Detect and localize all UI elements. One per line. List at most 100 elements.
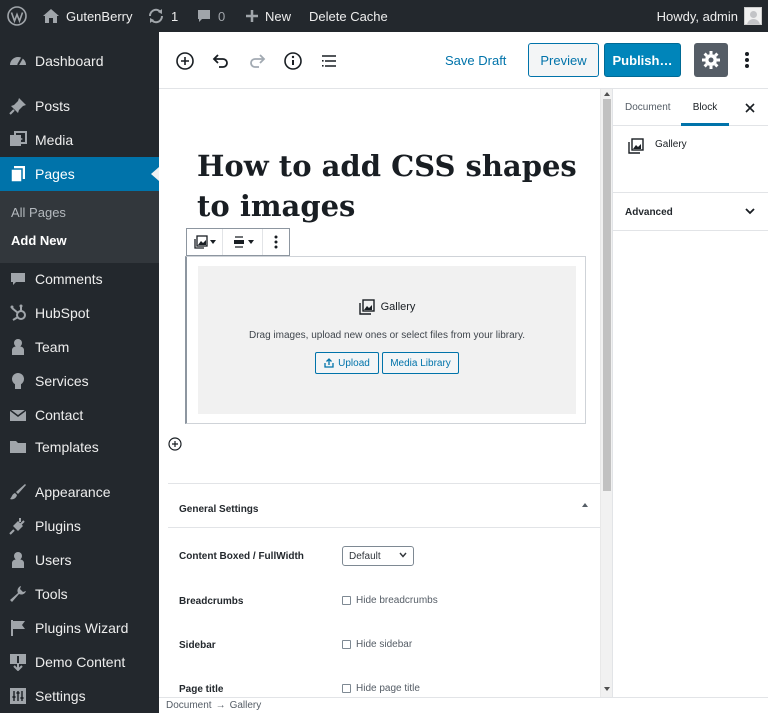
comments-link[interactable]: 0 — [196, 0, 225, 32]
advanced-label: Advanced — [625, 207, 673, 218]
breadcrumbs-label: Breadcrumbs — [179, 596, 244, 607]
sidebar-item-tools[interactable]: Tools — [0, 577, 159, 611]
add-block-icon[interactable] — [174, 50, 196, 72]
tab-document[interactable]: Document — [625, 102, 671, 113]
info-icon[interactable] — [282, 50, 304, 72]
scroll-down-arrow-icon[interactable] — [604, 687, 610, 691]
sidebar-item-plugins[interactable]: Plugins — [0, 509, 159, 543]
block-type-switcher[interactable] — [187, 229, 223, 255]
sidebar-item-posts[interactable]: Posts — [0, 89, 159, 123]
submenu-add-new[interactable]: Add New — [11, 233, 67, 248]
preview-button[interactable]: Preview — [528, 43, 599, 77]
delete-cache-link[interactable]: Delete Cache — [309, 0, 388, 32]
site-name-link[interactable]: GutenBerry — [42, 0, 132, 32]
advanced-panel-toggle[interactable]: Advanced — [613, 193, 768, 231]
sidebar-item-label: Plugins — [35, 518, 81, 534]
redo-icon[interactable] — [246, 50, 268, 72]
sidebar-item-hubspot[interactable]: HubSpot — [0, 296, 159, 330]
hide-breadcrumbs-text: Hide breadcrumbs — [356, 595, 438, 606]
publish-button[interactable]: Publish… — [604, 43, 681, 77]
scroll-up-arrow-icon[interactable] — [604, 92, 610, 96]
gallery-icon — [193, 235, 208, 249]
gear-icon — [702, 51, 720, 69]
sidebar-item-label: Comments — [35, 271, 103, 287]
block-card-title: Gallery — [655, 139, 687, 150]
breadcrumb-document[interactable]: Document — [166, 700, 212, 711]
sidebar-item-plugins-wizard[interactable]: Plugins Wizard — [0, 611, 159, 645]
collapse-arrow-icon[interactable] — [582, 503, 588, 507]
delete-cache-label: Delete Cache — [309, 8, 388, 24]
sidebar-item-label: Media — [35, 132, 74, 148]
site-name: GutenBerry — [66, 8, 133, 24]
sidebar-item-label: Demo Content — [35, 654, 126, 670]
alignment-button[interactable] — [223, 229, 263, 255]
dashboard-icon — [0, 52, 35, 70]
person-icon — [0, 338, 35, 356]
sidebar-item-users[interactable]: Users — [0, 543, 159, 577]
sidebar-item-label: Settings — [35, 688, 86, 704]
settings-icon — [0, 687, 35, 705]
checkbox[interactable] — [342, 640, 351, 649]
gallery-placeholder-title: Gallery — [198, 299, 576, 315]
general-settings-metabox: General Settings Content Boxed / FullWid… — [168, 483, 600, 697]
sidebar-item-label: Team — [35, 339, 70, 355]
settings-toggle-button[interactable] — [694, 43, 728, 77]
sidebar-item-services[interactable]: Services — [0, 364, 159, 398]
chevron-down-icon — [745, 208, 755, 215]
breadcrumb-gallery[interactable]: Gallery — [230, 700, 262, 711]
sidebar-item-pages[interactable]: Pages — [0, 157, 159, 191]
outline-list-icon[interactable] — [318, 50, 340, 72]
editor-toolbar: Save Draft Preview Publish… — [159, 32, 768, 89]
sidebar-item-team[interactable]: Team — [0, 330, 159, 364]
gallery-block[interactable]: Gallery Drag images, upload new ones or … — [185, 256, 586, 424]
updates-count: 1 — [171, 8, 179, 24]
sidebar-item-templates[interactable]: Templates — [0, 430, 159, 464]
refresh-icon — [148, 8, 164, 24]
sidebar-item-demo-content[interactable]: Demo Content — [0, 645, 159, 679]
post-title[interactable]: How to add CSS shapes to images — [197, 146, 587, 226]
gallery-instructions: Drag images, upload new ones or select f… — [248, 330, 526, 341]
sidebar-item-contact[interactable]: Contact — [0, 398, 159, 432]
scrollbar-thumb[interactable] — [603, 99, 611, 491]
folder-icon — [0, 438, 35, 456]
plug-icon — [0, 517, 35, 535]
sidebar-item-label: Templates — [35, 439, 99, 455]
sidebar-item-media[interactable]: Media — [0, 123, 159, 157]
close-icon[interactable] — [744, 101, 756, 113]
content-layout-select[interactable]: Default — [342, 546, 414, 566]
users-icon — [0, 551, 35, 569]
submenu-all-pages[interactable]: All Pages — [11, 205, 66, 220]
new-content-link[interactable]: New — [245, 0, 291, 32]
more-options-icon[interactable] — [739, 49, 755, 71]
hide-breadcrumbs-checkbox[interactable]: Hide breadcrumbs — [342, 595, 438, 606]
hide-sidebar-checkbox[interactable]: Hide sidebar — [342, 639, 412, 650]
sidebar-item-dashboard[interactable]: Dashboard — [0, 44, 159, 78]
block-more-options-icon[interactable] — [263, 229, 289, 255]
settings-sidebar: Document Block Gallery Advanced — [612, 89, 768, 697]
block-inserter-icon[interactable] — [168, 437, 182, 451]
wordpress-logo-icon[interactable] — [7, 0, 27, 32]
sidebar-item-comments[interactable]: Comments — [0, 262, 159, 296]
new-label: New — [265, 8, 292, 24]
my-account-link[interactable]: Howdy, admin — [657, 0, 762, 32]
tab-block[interactable]: Block — [681, 89, 729, 126]
upload-button[interactable]: Upload — [315, 352, 379, 374]
media-library-button[interactable]: Media Library — [382, 352, 459, 374]
updates-link[interactable]: 1 — [147, 0, 178, 32]
upload-icon — [324, 358, 334, 368]
undo-icon[interactable] — [210, 50, 232, 72]
sidebar-item-label: Contact — [35, 407, 84, 423]
lightbulb-icon — [0, 372, 35, 390]
upload-label: Upload — [338, 357, 370, 369]
media-icon — [0, 131, 35, 149]
checkbox[interactable] — [342, 596, 351, 605]
checkbox[interactable] — [342, 684, 351, 693]
save-draft-button[interactable]: Save Draft — [445, 53, 506, 68]
sidebar-item-settings[interactable]: Settings — [0, 679, 159, 713]
hide-page-title-checkbox[interactable]: Hide page title — [342, 683, 420, 694]
hubspot-icon — [0, 304, 35, 322]
metabox-header[interactable]: General Settings — [168, 484, 600, 528]
sidebar-item-appearance[interactable]: Appearance — [0, 475, 159, 509]
editor-scrollbar[interactable] — [600, 89, 612, 697]
sidebar-item-label: Pages — [35, 166, 75, 182]
